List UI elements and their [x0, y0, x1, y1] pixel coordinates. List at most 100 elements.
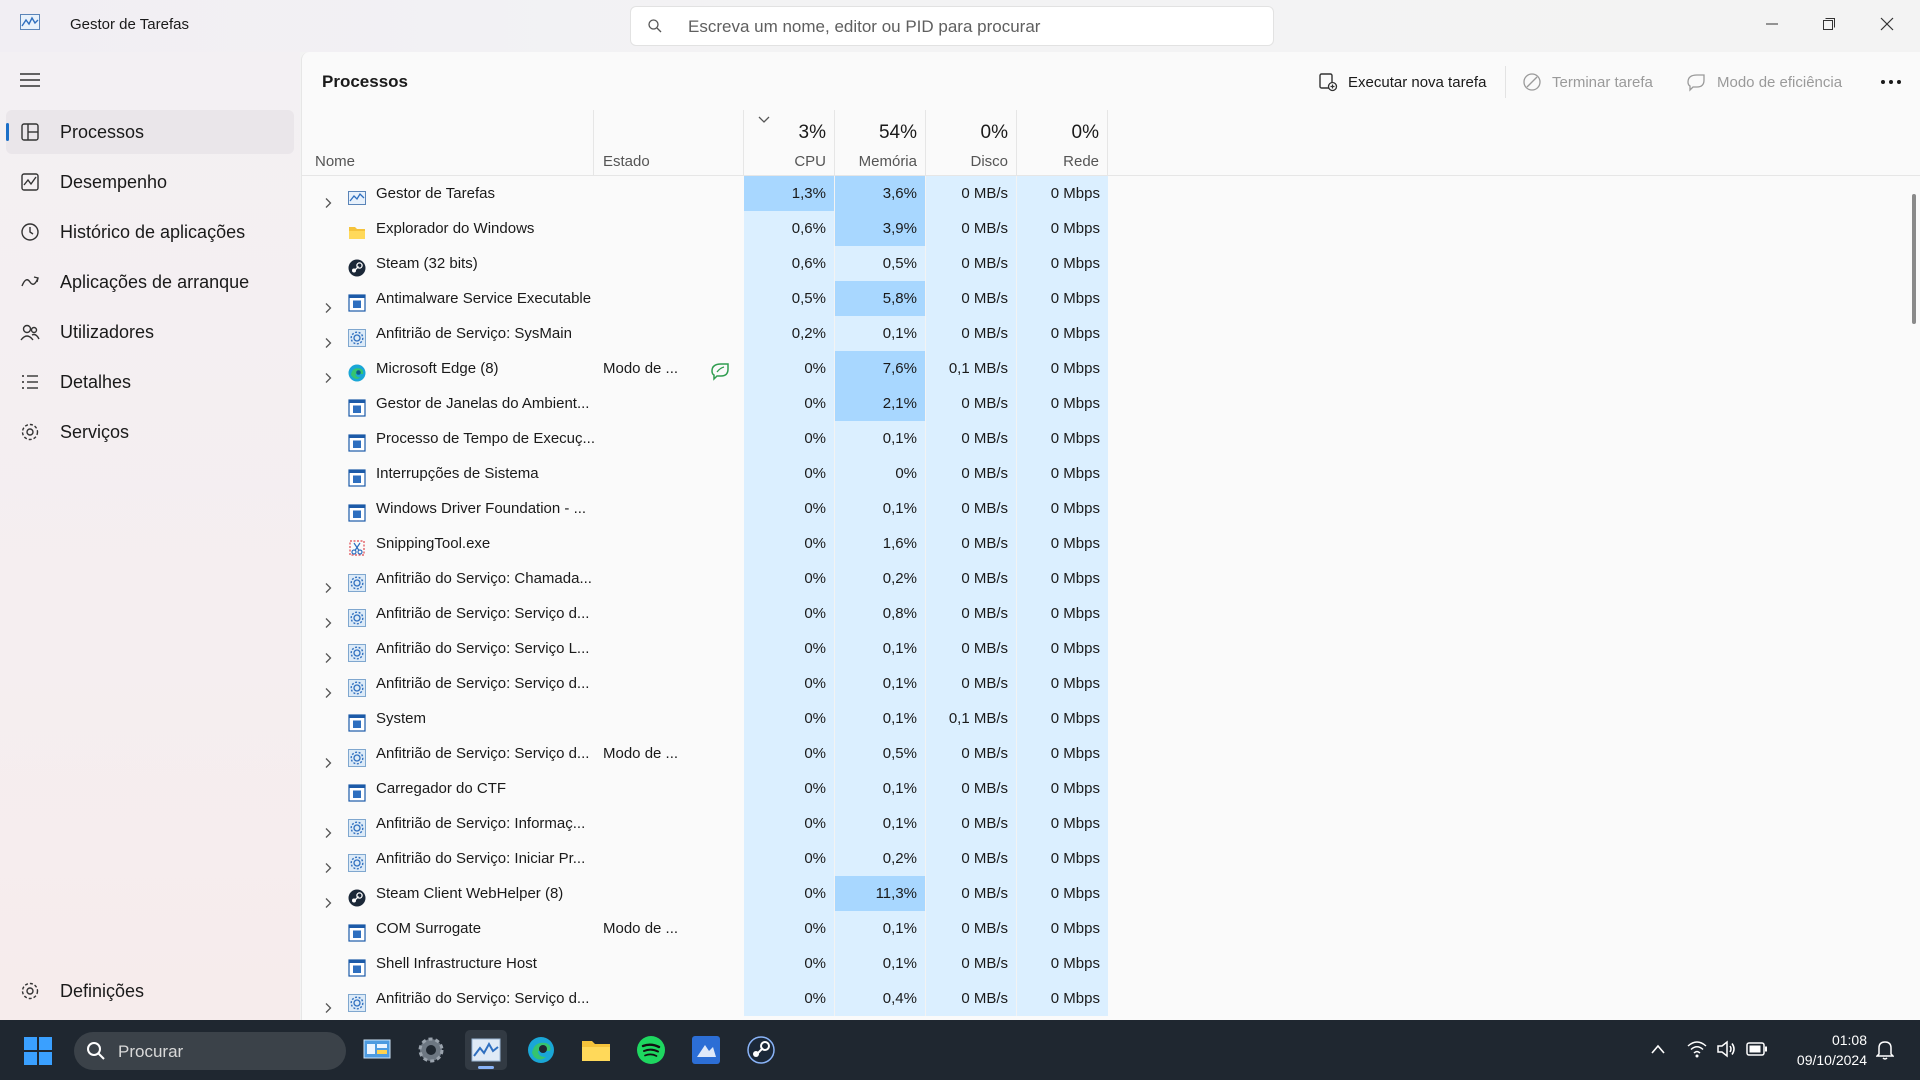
- taskbar-app-steam[interactable]: [740, 1030, 782, 1070]
- chevron-right-icon[interactable]: [322, 327, 334, 348]
- table-row[interactable]: Anfitrião do Serviço: Iniciar Pr... 0% 0,2…: [302, 841, 1920, 876]
- taskmgr-icon: [348, 185, 366, 205]
- clock-date: 09/10/2024: [1796, 1052, 1867, 1068]
- table-row[interactable]: Anfitrião do Serviço: Chamada... 0% 0,2% 0 …: [302, 561, 1920, 596]
- column-header-name[interactable]: Nome: [302, 110, 594, 176]
- table-row[interactable]: Shell Infrastructure Host 0% 0,1% 0 MB/s 0 M…: [302, 946, 1920, 981]
- chevron-right-icon[interactable]: [322, 187, 334, 208]
- table-row[interactable]: Anfitrião de Serviço: Serviço d... 0% 0,8%…: [302, 596, 1920, 631]
- sidebar-item-app-history[interactable]: Histórico de aplicações: [6, 210, 294, 254]
- table-row[interactable]: SnippingTool.exe 0% 1,6% 0 MB/s 0 Mbps: [302, 526, 1920, 561]
- table-row[interactable]: Steam (32 bits) 0,6% 0,5% 0 MB/s 0 Mbps: [302, 246, 1920, 281]
- sidebar-item-users[interactable]: Utilizadores: [6, 310, 294, 354]
- table-row[interactable]: Carregador do CTF 0% 0,1% 0 MB/s 0 Mbps: [302, 771, 1920, 806]
- sidebar-item-services[interactable]: Serviços: [6, 410, 294, 454]
- table-row[interactable]: Antimalware Service Executable 0,5% 5,8% 0 …: [302, 281, 1920, 316]
- search-input[interactable]: Escreva um nome, editor ou PID para proc…: [630, 6, 1274, 46]
- disk-cell: 0 MB/s: [926, 421, 1017, 456]
- table-row[interactable]: Microsoft Edge (8) Modo de ... 0% 7,6% 0,1 M…: [302, 351, 1920, 386]
- disk-cell: 0 MB/s: [926, 911, 1017, 946]
- table-row[interactable]: System 0% 0,1% 0,1 MB/s 0 Mbps: [302, 701, 1920, 736]
- chevron-right-icon[interactable]: [322, 292, 334, 313]
- status-cell: [594, 596, 744, 631]
- column-header-network[interactable]: 0% Rede: [1017, 110, 1108, 176]
- volume-icon[interactable]: [1716, 1040, 1736, 1058]
- table-row[interactable]: Anfitrião de Serviço: Informaç... 0% 0,1% 0…: [302, 806, 1920, 841]
- column-header-disk[interactable]: 0% Disco: [926, 110, 1017, 176]
- network-cell: 0 Mbps: [1017, 281, 1108, 316]
- column-header-status[interactable]: Estado: [594, 110, 744, 176]
- chevron-right-icon[interactable]: [322, 362, 334, 383]
- table-row[interactable]: Anfitrião do Serviço: Serviço d... 0% 0,4%…: [302, 981, 1920, 1016]
- table-row[interactable]: Processo de Tempo de Execuç... 0% 0,1% 0 MB…: [302, 421, 1920, 456]
- battery-icon[interactable]: [1746, 1042, 1768, 1056]
- table-row[interactable]: Windows Driver Foundation - ... 0% 0,1% 0 M…: [302, 491, 1920, 526]
- table-row[interactable]: Interrupções de Sistema 0% 0% 0 MB/s 0 Mbps: [302, 456, 1920, 491]
- table-row[interactable]: COM Surrogate Modo de ... 0% 0,1% 0 MB/s 0 Mb…: [302, 911, 1920, 946]
- taskbar-app-file-explorer[interactable]: [575, 1030, 617, 1070]
- sidebar-item-settings[interactable]: Definições: [6, 969, 294, 1013]
- sidebar-item-processes[interactable]: Processos: [6, 110, 294, 154]
- chevron-right-icon[interactable]: [322, 572, 334, 593]
- close-button[interactable]: [1864, 6, 1910, 42]
- table-row[interactable]: Anfitrião de Serviço: Serviço d... Modo d…: [302, 736, 1920, 771]
- network-cell: 0 Mbps: [1017, 806, 1108, 841]
- chevron-right-icon[interactable]: [322, 852, 334, 873]
- memory-cell: 0,5%: [835, 736, 926, 771]
- taskbar-app-spotify[interactable]: [630, 1030, 672, 1070]
- table-row[interactable]: Gestor de Tarefas 1,3% 3,6% 0 MB/s 0 Mbps: [302, 176, 1920, 211]
- network-cell: 0 Mbps: [1017, 876, 1108, 911]
- window-icon: [348, 430, 366, 452]
- status-cell: [594, 631, 744, 666]
- more-options-button[interactable]: [1876, 70, 1906, 94]
- table-row[interactable]: Steam Client WebHelper (8) 0% 11,3% 0 MB/s 0…: [302, 876, 1920, 911]
- minimize-button[interactable]: [1749, 6, 1795, 42]
- chevron-right-icon[interactable]: [322, 747, 334, 768]
- cpu-cell: 0%: [744, 736, 835, 771]
- more-dot: [1889, 80, 1893, 84]
- taskbar-app-photo-editor[interactable]: [685, 1030, 727, 1070]
- sidebar-item-startup-apps[interactable]: Aplicações de arranque: [6, 260, 294, 304]
- column-label: Memória: [858, 153, 917, 170]
- wifi-icon[interactable]: [1687, 1040, 1707, 1058]
- sidebar-item-performance[interactable]: Desempenho: [6, 160, 294, 204]
- taskbar-app-edge[interactable]: [520, 1030, 562, 1070]
- chevron-right-icon[interactable]: [322, 817, 334, 838]
- network-cell: 0 Mbps: [1017, 176, 1108, 211]
- run-new-task-icon: [1319, 73, 1338, 92]
- chevron-up-icon[interactable]: [1651, 1044, 1665, 1054]
- taskbar-app-settings[interactable]: [410, 1030, 452, 1070]
- restore-button[interactable]: [1806, 6, 1852, 42]
- notification-bell-icon[interactable]: [1876, 1040, 1894, 1060]
- vertical-scrollbar[interactable]: [1912, 194, 1916, 324]
- taskbar-search[interactable]: Procurar: [74, 1032, 346, 1070]
- chevron-right-icon[interactable]: [322, 887, 334, 908]
- chevron-right-icon[interactable]: [322, 992, 334, 1013]
- windows-start-icon[interactable]: [24, 1037, 52, 1065]
- end-task-button[interactable]: Terminar tarefa: [1522, 70, 1653, 94]
- taskbar-app-control-panel[interactable]: [356, 1030, 398, 1070]
- table-row[interactable]: Explorador do Windows 0,6% 3,9% 0 MB/s 0 Mbp…: [302, 211, 1920, 246]
- status-cell: [594, 806, 744, 841]
- restore-icon: [1823, 18, 1835, 30]
- table-row[interactable]: Gestor de Janelas do Ambient... 0% 2,1% 0 M…: [302, 386, 1920, 421]
- status-text: Modo de ...: [603, 745, 679, 762]
- efficiency-mode-button[interactable]: Modo de eficiência: [1685, 70, 1842, 94]
- run-new-task-button[interactable]: Executar nova tarefa: [1318, 70, 1486, 94]
- process-name: SnippingTool.exe: [376, 535, 491, 552]
- chevron-right-icon[interactable]: [322, 677, 334, 698]
- chevron-right-icon[interactable]: [322, 607, 334, 628]
- column-header-memory[interactable]: 54% Memória: [835, 110, 926, 176]
- table-row[interactable]: Anfitrião de Serviço: SysMain 0,2% 0,1% 0 M…: [302, 316, 1920, 351]
- process-name: COM Surrogate: [376, 920, 482, 937]
- sidebar-item-details[interactable]: Detalhes: [6, 360, 294, 404]
- table-row[interactable]: Anfitrião de Serviço: Serviço d... 0% 0,1%…: [302, 666, 1920, 701]
- taskbar-app-task-manager[interactable]: [465, 1030, 507, 1070]
- table-row[interactable]: Anfitrião do Serviço: Serviço L... 0% 0,1%…: [302, 631, 1920, 666]
- taskbar-clock[interactable]: 01:08 09/10/2024: [1797, 1030, 1867, 1070]
- hamburger-menu-icon[interactable]: [20, 72, 40, 88]
- chevron-right-icon[interactable]: [322, 642, 334, 663]
- memory-cell: 0,1%: [835, 666, 926, 701]
- status-cell: [594, 841, 744, 876]
- column-header-cpu[interactable]: 3% CPU: [744, 110, 835, 176]
